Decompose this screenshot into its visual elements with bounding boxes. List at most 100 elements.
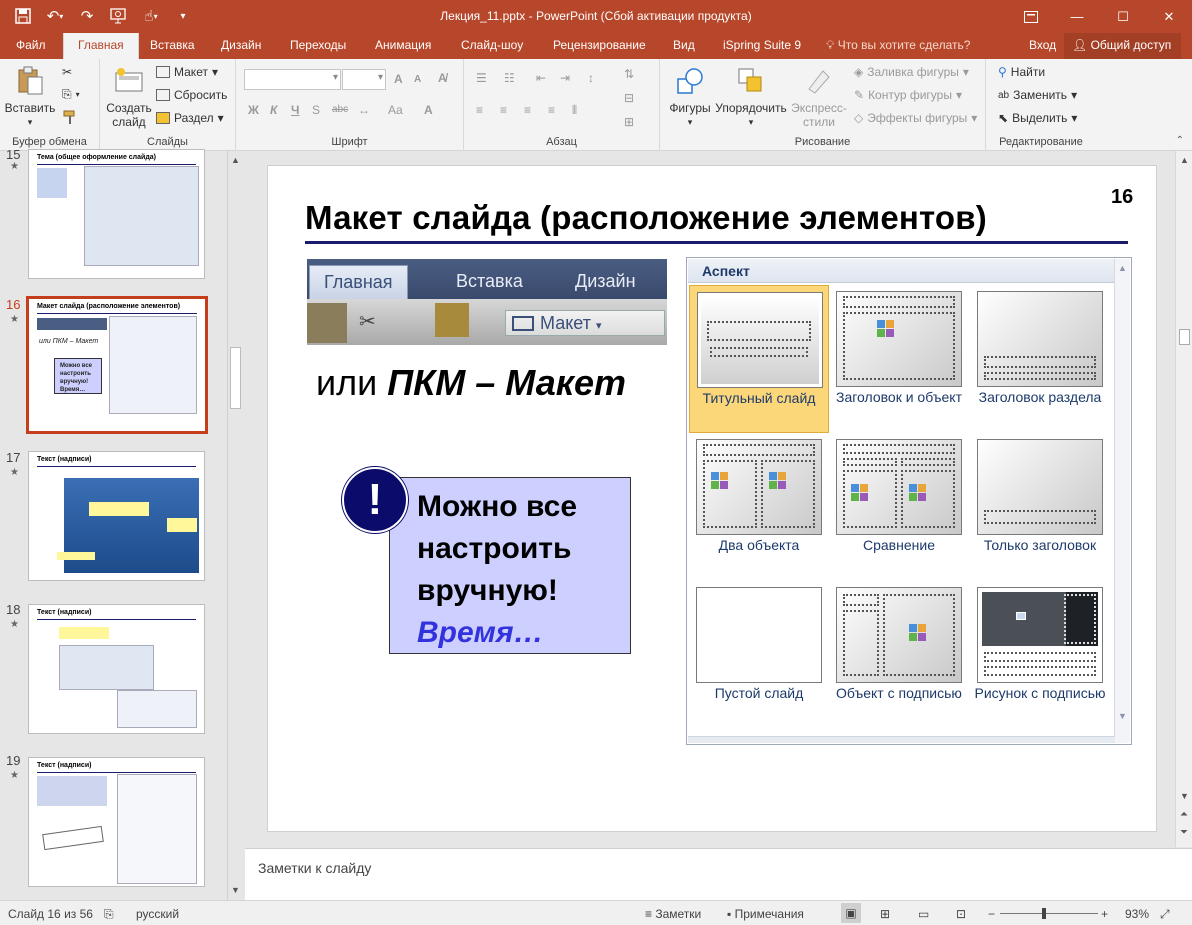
tab-file[interactable]: Файл <box>14 33 48 59</box>
context-menu-hint[interactable]: или ПКМ – Макет <box>316 362 626 404</box>
shape-effects-button[interactable]: ◇ Эффекты фигуры ▾ <box>854 111 977 125</box>
shape-fill-button[interactable]: ◈ Заливка фигуры ▾ <box>854 65 969 79</box>
slide-title[interactable]: Макет слайда (расположение элементов) <box>305 199 987 237</box>
tab-slideshow[interactable]: Слайд-шоу <box>459 33 525 59</box>
tab-animation[interactable]: Анимация <box>373 33 433 59</box>
callout-box[interactable]: Можно все настроить вручную! Время… <box>389 477 631 654</box>
font-color-icon[interactable]: A <box>424 103 433 117</box>
customize-qat-icon[interactable]: ▾ <box>168 4 198 28</box>
numbering-icon[interactable]: ☷ <box>504 71 515 85</box>
minimize-icon[interactable]: — <box>1054 0 1100 33</box>
slide-thumbnail-17[interactable]: Текст (надписи) <box>28 451 205 581</box>
align-left-icon[interactable]: ≡ <box>476 103 483 117</box>
decrease-indent-icon[interactable]: ⇤ <box>536 71 546 85</box>
replace-button[interactable]: ab Заменить ▾ <box>998 88 1077 102</box>
find-button[interactable]: ⚲ Найти <box>998 65 1045 79</box>
tell-me-search[interactable]: 💡︎ Что вы хотите сделать? <box>826 33 970 58</box>
text-direction-icon[interactable]: ⇅ <box>624 67 634 81</box>
align-center-icon[interactable]: ≡ <box>500 103 507 117</box>
tab-view[interactable]: Вид <box>671 33 697 59</box>
scroll-up-icon[interactable]: ▲ <box>231 155 240 165</box>
thumbnails-scrollbar[interactable]: ▲ ▼ <box>227 151 243 900</box>
copy-icon[interactable]: ⎘ ▾ <box>62 87 80 102</box>
align-text-icon[interactable]: ⊟ <box>624 91 634 105</box>
present-from-start-icon[interactable] <box>104 4 134 28</box>
reset-button[interactable]: Сбросить <box>156 88 227 102</box>
shadow-button[interactable]: S <box>312 103 320 117</box>
spelling-check-icon[interactable]: ⎘ <box>104 907 114 922</box>
shrink-font-button[interactable]: A <box>414 74 421 85</box>
tab-design[interactable]: Дизайн <box>219 33 263 59</box>
previous-slide-icon[interactable]: ⏶ <box>1180 809 1188 820</box>
tab-home[interactable]: Главная <box>63 33 139 59</box>
tab-transitions[interactable]: Переходы <box>288 33 348 59</box>
tab-ispring[interactable]: iSpring Suite 9 <box>721 33 803 59</box>
slide-thumbnail-19[interactable]: Текст (надписи) <box>28 757 205 887</box>
shapes-button[interactable]: Фигуры ▾ <box>666 65 714 129</box>
slide-counter[interactable]: Слайд 16 из 56 <box>8 907 93 921</box>
underline-button[interactable]: Ч <box>291 103 299 117</box>
reading-view-icon[interactable]: ▭ <box>918 907 929 921</box>
zoom-slider[interactable] <box>1000 908 1098 919</box>
zoom-level[interactable]: 93% <box>1125 907 1149 921</box>
format-painter-icon[interactable] <box>62 109 78 125</box>
fit-to-window-icon[interactable]: ⤢ <box>1160 907 1170 922</box>
justify-icon[interactable]: ≡ <box>548 103 555 117</box>
ribbon-display-options-icon[interactable] <box>1008 0 1054 33</box>
quick-styles-button[interactable]: Экспресс-стили <box>788 65 850 129</box>
strikethrough-button[interactable]: abc <box>332 104 348 115</box>
notes-toggle-button[interactable]: ≡ Заметки <box>645 907 701 921</box>
notes-pane[interactable]: Заметки к слайду <box>245 848 1192 900</box>
columns-icon[interactable]: ⫴ <box>572 103 577 118</box>
undo-icon[interactable]: ↶ ▾ <box>40 4 70 28</box>
paste-button[interactable]: Вставить ▾ <box>4 65 56 129</box>
bold-button[interactable]: Ж <box>248 103 259 117</box>
slideshow-icon[interactable]: ⊡ <box>956 907 966 921</box>
spacing-icon[interactable]: ↔ <box>358 103 370 117</box>
slide-canvas[interactable]: 16 Макет слайда (расположение элементов)… <box>267 165 1157 832</box>
touch-mode-icon[interactable]: ☝ ▾ <box>136 4 166 28</box>
font-size-combo[interactable] <box>342 69 386 90</box>
align-right-icon[interactable]: ≡ <box>524 103 531 117</box>
scrollbar-thumb[interactable] <box>230 347 241 409</box>
zoom-in-icon[interactable]: + <box>1101 907 1108 921</box>
line-spacing-icon[interactable]: ↕ <box>588 71 594 85</box>
change-case-button[interactable]: Aa <box>388 103 403 117</box>
maximize-icon[interactable]: ☐ <box>1100 0 1146 33</box>
zoom-out-icon[interactable]: − <box>988 907 995 921</box>
grow-font-button[interactable]: A <box>394 72 403 86</box>
clear-format-icon[interactable]: A̸ <box>438 71 447 85</box>
slide-thumbnail-18[interactable]: Текст (надписи) <box>28 604 205 734</box>
italic-button[interactable]: К <box>270 103 277 117</box>
new-slide-button[interactable]: Создать слайд <box>104 65 154 129</box>
select-button[interactable]: ⬉ Выделить ▾ <box>998 111 1077 125</box>
scroll-down-icon[interactable]: ▼ <box>231 885 240 895</box>
increase-indent-icon[interactable]: ⇥ <box>560 71 570 85</box>
save-icon[interactable] <box>8 4 38 28</box>
share-button[interactable]: 👤︎ Общий доступ <box>1064 33 1182 59</box>
slide-scrollbar[interactable]: ▲ ▼ ⏶ ⏷ <box>1175 151 1192 847</box>
layout-button[interactable]: Макет ▾ <box>156 65 218 79</box>
comments-toggle-button[interactable]: ▪ Примечания <box>727 907 804 921</box>
scroll-up-icon[interactable]: ▲ <box>1180 155 1189 165</box>
smartart-icon[interactable]: ⊞ <box>624 115 634 129</box>
zoom-slider-thumb[interactable] <box>1042 908 1046 919</box>
normal-view-icon[interactable]: ▣ <box>841 903 861 923</box>
arrange-button[interactable]: Упорядочить ▾ <box>714 65 788 129</box>
slide-sorter-icon[interactable]: ⊞ <box>880 907 890 921</box>
language-indicator[interactable]: русский <box>136 907 179 921</box>
scrollbar-thumb[interactable] <box>1179 329 1190 345</box>
cut-icon[interactable]: ✂ <box>62 65 72 79</box>
tab-insert[interactable]: Вставка <box>148 33 197 59</box>
collapse-ribbon-icon[interactable]: ⌃ <box>1176 135 1184 146</box>
slide-thumbnail-15[interactable]: Тема (общее оформление слайда) <box>28 149 205 279</box>
sign-in-link[interactable]: Вход <box>1029 33 1056 58</box>
tab-review[interactable]: Рецензирование <box>551 33 648 59</box>
shape-outline-button[interactable]: ✎ Контур фигуры ▾ <box>854 88 962 102</box>
slide-thumbnail-16[interactable]: Макет слайда (расположение элементов) ил… <box>26 296 208 434</box>
bullets-icon[interactable]: ☰ <box>476 71 487 85</box>
redo-icon[interactable]: ↷ <box>72 4 102 28</box>
close-icon[interactable]: ✕ <box>1146 0 1192 33</box>
font-name-combo[interactable] <box>244 69 341 90</box>
section-button[interactable]: Раздел ▾ <box>156 111 224 125</box>
